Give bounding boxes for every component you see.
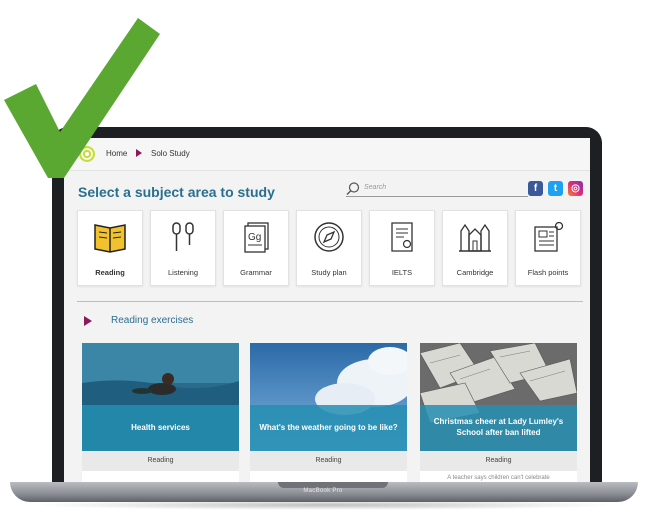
tile-grammar[interactable]: Gg Grammar: [223, 210, 289, 286]
search-input[interactable]: Search: [346, 182, 528, 197]
tile-label: Cambridge: [456, 268, 494, 277]
twitter-icon[interactable]: t: [548, 181, 563, 196]
compass-icon: [314, 222, 344, 252]
card-tag: Reading: [82, 451, 239, 471]
tile-listening[interactable]: Listening: [150, 210, 216, 286]
news-icon: [534, 221, 564, 252]
card-subtitle: A teacher says children can't celebrate: [447, 475, 550, 481]
tile-flash-points[interactable]: Flash points: [515, 210, 581, 286]
tile-label: IELTS: [391, 268, 413, 277]
search-placeholder: Search: [364, 184, 387, 191]
tile-label: Listening: [167, 268, 199, 277]
book-icon: [94, 224, 126, 253]
building-icon: [459, 223, 491, 252]
section-arrow-icon: [84, 316, 92, 326]
exercise-card-health[interactable]: Health services Reading: [82, 343, 239, 482]
exercise-card-weather[interactable]: What's the weather going to be like? Rea…: [250, 343, 407, 482]
tile-label: Grammar: [240, 268, 272, 277]
tile-label: Flash points: [527, 268, 569, 277]
card-tag: Reading: [250, 451, 407, 471]
checkmark-icon: [4, 18, 160, 178]
instagram-icon[interactable]: ◎: [568, 181, 583, 196]
svg-text:Gg: Gg: [248, 232, 261, 243]
card-tag: Reading: [420, 451, 577, 471]
tile-cambridge[interactable]: Cambridge: [442, 210, 508, 286]
tile-label: Reading: [95, 268, 125, 277]
grammar-icon: Gg: [244, 222, 269, 253]
card-title: Health services: [82, 405, 239, 451]
tile-ielts[interactable]: IELTS: [369, 210, 435, 286]
earphones-icon: [172, 222, 194, 251]
card-title: Christmas cheer at Lady Lumley's School …: [420, 405, 577, 451]
section-title: Reading exercises: [111, 315, 194, 326]
card-title: What's the weather going to be like?: [250, 405, 407, 451]
laptop-label: MacBook Pro: [303, 488, 343, 494]
page-title: Select a subject area to study: [78, 184, 275, 200]
search-icon: [346, 182, 360, 196]
facebook-icon[interactable]: f: [528, 181, 543, 196]
tile-reading[interactable]: Reading: [77, 210, 143, 286]
tile-study-plan[interactable]: Study plan: [296, 210, 362, 286]
exercise-card-christmas[interactable]: Christmas cheer at Lady Lumley's School …: [420, 343, 577, 482]
screen: Home Solo Study Select a subject area to…: [64, 138, 590, 482]
tile-label: Study plan: [311, 268, 347, 277]
certificate-icon: [391, 222, 413, 252]
divider: [77, 301, 583, 302]
